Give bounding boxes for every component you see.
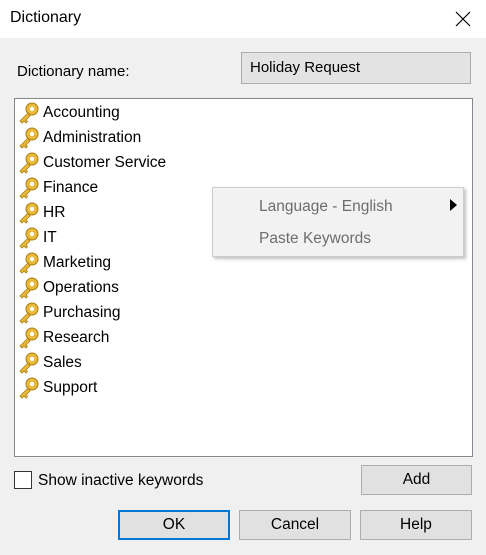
- close-icon: [455, 11, 471, 27]
- menu-item-language[interactable]: Language - English: [259, 198, 393, 216]
- keyword-label: Sales: [43, 354, 82, 371]
- keyword-item-operations[interactable]: Operations: [17, 276, 119, 300]
- key-icon: [19, 227, 39, 249]
- keyword-item-support[interactable]: Support: [17, 376, 97, 400]
- show-inactive-checkbox[interactable]: [14, 471, 32, 489]
- keyword-label: IT: [43, 229, 57, 246]
- cancel-button-label: Cancel: [270, 516, 320, 533]
- keyword-item-it[interactable]: IT: [17, 226, 57, 250]
- keyword-label: Accounting: [43, 104, 120, 121]
- key-icon: [19, 327, 39, 349]
- keyword-item-marketing[interactable]: Marketing: [17, 251, 111, 275]
- key-icon: [19, 277, 39, 299]
- ok-button-label: OK: [162, 516, 186, 533]
- show-inactive-label: Show inactive keywords: [38, 472, 204, 489]
- keyword-label: Customer Service: [43, 154, 167, 171]
- key-icon: [19, 202, 39, 224]
- keyword-item-research[interactable]: Research: [17, 326, 109, 350]
- keyword-label: HR: [43, 204, 66, 221]
- cancel-button[interactable]: Cancel: [239, 510, 351, 540]
- key-icon: [19, 102, 39, 124]
- keyword-item-accounting[interactable]: Accounting: [17, 101, 120, 125]
- window-title: Dictionary: [10, 9, 82, 26]
- keyword-item-purchasing[interactable]: Purchasing: [17, 301, 121, 325]
- keyword-item-customer-service[interactable]: Customer Service: [17, 151, 166, 175]
- help-button[interactable]: Help: [360, 510, 472, 540]
- dictionary-name-label: Dictionary name:: [17, 63, 130, 80]
- help-button-label: Help: [400, 516, 432, 533]
- keyword-label: Finance: [43, 179, 99, 196]
- menu-item-paste-keywords[interactable]: Paste Keywords: [259, 230, 371, 248]
- keyword-item-hr[interactable]: HR: [17, 201, 65, 225]
- keyword-label: Support: [43, 379, 98, 396]
- chevron-right-icon: [450, 199, 457, 211]
- key-icon: [19, 127, 39, 149]
- title-bar: Dictionary: [0, 0, 486, 38]
- keyword-item-finance[interactable]: Finance: [17, 176, 98, 200]
- keyword-label: Operations: [43, 279, 119, 296]
- keyword-label: Marketing: [43, 254, 112, 271]
- key-icon: [19, 252, 39, 274]
- add-button-label: Add: [402, 471, 431, 488]
- keyword-list[interactable]: Accounting Administration Customer Servi…: [14, 98, 473, 457]
- keyword-label: Research: [43, 329, 110, 346]
- key-icon: [19, 177, 39, 199]
- dictionary-name-value: Holiday Request: [250, 59, 361, 76]
- ok-button[interactable]: OK: [118, 510, 230, 540]
- key-icon: [19, 302, 39, 324]
- add-button[interactable]: Add: [361, 465, 472, 495]
- dictionary-name-field: Holiday Request: [241, 52, 471, 84]
- keyword-label: Administration: [43, 129, 142, 146]
- context-menu: Language - English Paste Keywords: [212, 187, 464, 257]
- close-button[interactable]: [440, 0, 486, 38]
- key-icon: [19, 352, 39, 374]
- keyword-item-administration[interactable]: Administration: [17, 126, 141, 150]
- keyword-label: Purchasing: [43, 304, 121, 321]
- key-icon: [19, 152, 39, 174]
- keyword-item-sales[interactable]: Sales: [17, 351, 82, 375]
- key-icon: [19, 377, 39, 399]
